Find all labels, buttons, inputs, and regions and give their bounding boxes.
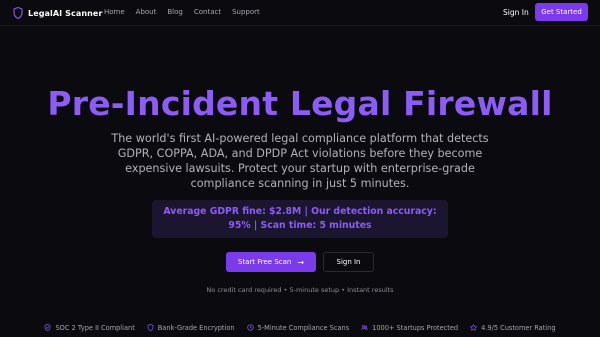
- users-icon: [361, 324, 368, 333]
- stats-text: Average GDPR fine: $2.8M | Our detection…: [163, 206, 437, 231]
- nav-link-home[interactable]: Home: [104, 8, 125, 16]
- badge-label: 1000+ Startups Protected: [372, 324, 459, 332]
- shield-icon: [13, 4, 23, 23]
- sign-in-button[interactable]: Sign In: [323, 252, 374, 272]
- badge-startups: 1000+ Startups Protected: [361, 322, 458, 334]
- star-icon: [470, 323, 478, 333]
- badge-scan-time: 5-Minute Compliance Scans: [246, 322, 350, 334]
- arrow-right-icon: →: [297, 257, 305, 267]
- brand-logo[interactable]: LegalAI Scanner: [13, 4, 103, 23]
- nav-link-about[interactable]: About: [136, 8, 157, 16]
- badge-label: 5-Minute Compliance Scans: [257, 324, 350, 332]
- nav-link-support[interactable]: Support: [232, 8, 260, 16]
- badge-label: Bank-Grade Encryption: [157, 324, 235, 332]
- hero-title: Pre-Incident Legal Firewall: [47, 84, 553, 123]
- nav-link-blog[interactable]: Blog: [167, 8, 182, 16]
- badge-encryption: Bank-Grade Encryption: [147, 322, 235, 334]
- trust-badges: SOC 2 Type II Compliant Bank-Grade Encry…: [0, 322, 600, 334]
- brand-name: LegalAI Scanner: [28, 9, 103, 18]
- start-free-scan-button[interactable]: Start Free Scan →: [226, 252, 316, 272]
- fine-print: No credit card required • 5-minute setup…: [206, 286, 394, 294]
- shield-icon: [147, 323, 154, 333]
- clock-icon: [246, 323, 254, 333]
- sign-in-link[interactable]: Sign In: [503, 8, 529, 17]
- badge-label: SOC 2 Type II Compliant: [55, 324, 135, 332]
- shield-check-icon: [44, 323, 51, 333]
- nav-link-contact[interactable]: Contact: [194, 8, 221, 16]
- get-started-button[interactable]: Get Started: [535, 3, 588, 21]
- nav-links: Home About Blog Contact Support: [104, 8, 271, 16]
- top-navbar: LegalAI Scanner Home About Blog Contact …: [0, 0, 600, 26]
- stats-banner: Average GDPR fine: $2.8M | Our detection…: [152, 200, 448, 238]
- badge-soc2: SOC 2 Type II Compliant: [44, 322, 135, 334]
- hero-subtitle: The world's first AI-powered legal compl…: [111, 132, 489, 190]
- start-free-scan-label: Start Free Scan: [237, 258, 292, 266]
- badge-rating: 4.9/5 Customer Rating: [470, 322, 556, 334]
- badge-label: 4.9/5 Customer Rating: [481, 324, 556, 332]
